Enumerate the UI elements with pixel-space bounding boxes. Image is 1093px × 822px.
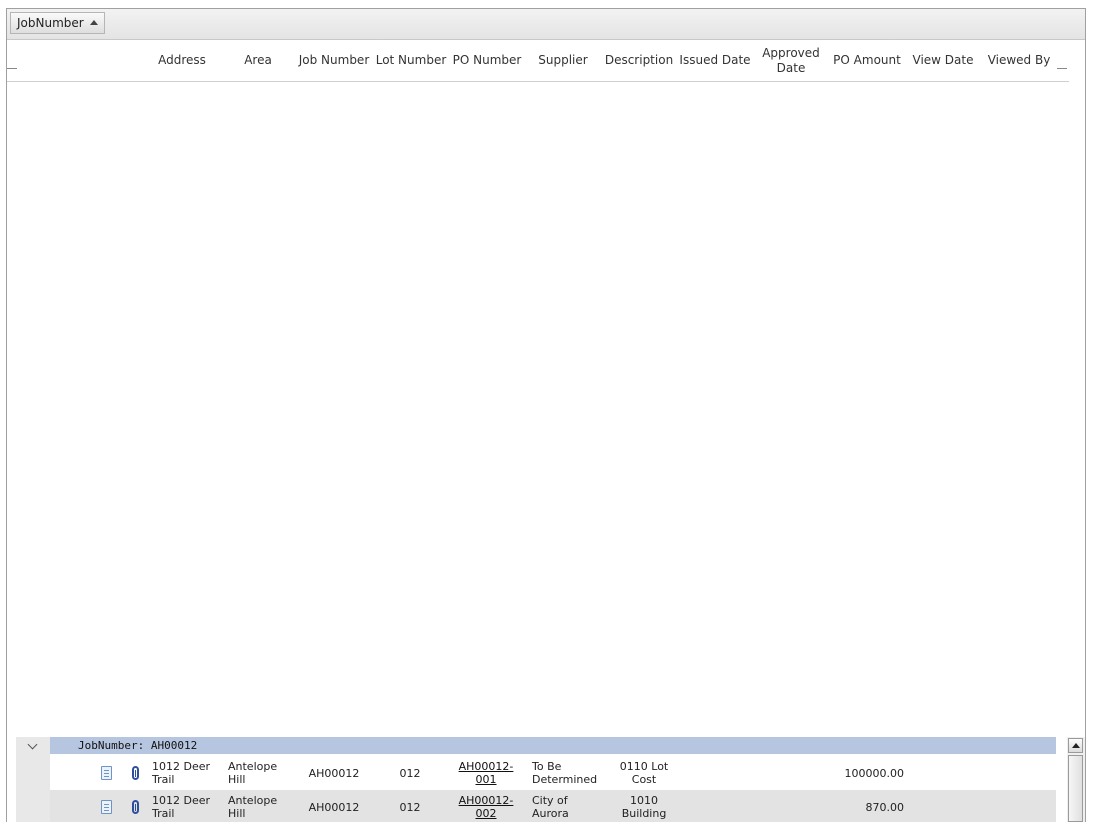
sort-ascending-icon [89,20,98,25]
column-header-lot-number[interactable]: Lot Number [375,40,447,81]
cell-po-number: AH00012-002 [450,790,522,822]
cell-address: 1012 Deer Trail [152,760,211,786]
column-header-po-amount[interactable]: PO Amount [831,40,903,81]
column-header-description[interactable]: Description [603,40,675,81]
cell-view-date [910,790,982,822]
cell-approved-date [758,790,830,822]
cell-description: 0110 Lot Cost [619,760,669,786]
group-by-chip-label: JobNumber [17,16,84,30]
table-row[interactable]: 1012 Deer Trail Antelope Hill AH00012 01… [50,790,1056,822]
group-row[interactable]: JobNumber: AH00012 [16,737,1056,754]
document-icon[interactable] [101,766,112,780]
vertical-scrollbar[interactable] [1067,737,1085,822]
cell-description: 1010 Building [621,794,667,820]
cell-viewed-by [986,790,1056,822]
document-icon[interactable] [101,800,112,814]
cell-approved-date [758,756,830,790]
po-number-link[interactable]: AH00012-001 [450,760,522,786]
cell-job-number: AH00012 [308,800,360,814]
group-by-panel: JobNumber [7,9,1085,40]
header-edge-left [7,68,17,69]
chevron-down-icon[interactable] [27,739,38,750]
column-header-po-number[interactable]: PO Number [451,40,523,81]
column-header-approved-date[interactable]: Approved Date [755,40,827,81]
cell-lot-number: 012 [399,766,421,780]
header-edge-right [1057,68,1067,69]
column-header-job-number[interactable]: Job Number [298,40,370,81]
cell-area: Antelope Hill [228,760,278,786]
cell-po-amount: 100000.00 [844,766,905,780]
cell-supplier: City of Aurora [532,794,569,820]
cell-job-number: AH00012 [308,766,360,780]
column-header-row: Address Area Job Number Lot Number PO Nu… [7,40,1069,82]
paperclip-icon[interactable] [132,766,139,780]
column-header-issued-date[interactable]: Issued Date [679,40,751,81]
group-row-label: JobNumber: AH00012 [78,739,198,752]
cell-lot-number: 012 [399,800,421,814]
column-header-supplier[interactable]: Supplier [527,40,599,81]
cell-address: 1012 Deer Trail [152,794,211,820]
scroll-up-icon[interactable] [1068,738,1083,753]
column-header-area[interactable]: Area [223,40,293,81]
group-by-chip-jobnumber[interactable]: JobNumber [10,12,105,34]
grid-body: JobNumber: AH00012 1012 Deer Trail Antel… [16,737,1056,822]
cell-supplier: To Be Determined [532,760,598,786]
cell-issued-date [682,790,754,822]
cell-view-date [910,756,982,790]
cell-issued-date [682,756,754,790]
paperclip-icon[interactable] [132,800,139,814]
cell-area: Antelope Hill [228,794,278,820]
column-header-view-date[interactable]: View Date [907,40,979,81]
expand-column [16,737,50,822]
column-header-address[interactable]: Address [143,40,221,81]
cell-viewed-by [986,756,1056,790]
column-header-viewed-by[interactable]: Viewed By [983,40,1055,81]
cell-po-amount: 870.00 [865,800,905,814]
cell-po-number: AH00012-001 [450,756,522,790]
po-number-link[interactable]: AH00012-002 [450,794,522,820]
scroll-thumb[interactable] [1068,755,1083,822]
grid-container: JobNumber Address Area Job Number Lot Nu… [6,8,1086,822]
table-row[interactable]: 1012 Deer Trail Antelope Hill AH00012 01… [50,756,1056,790]
